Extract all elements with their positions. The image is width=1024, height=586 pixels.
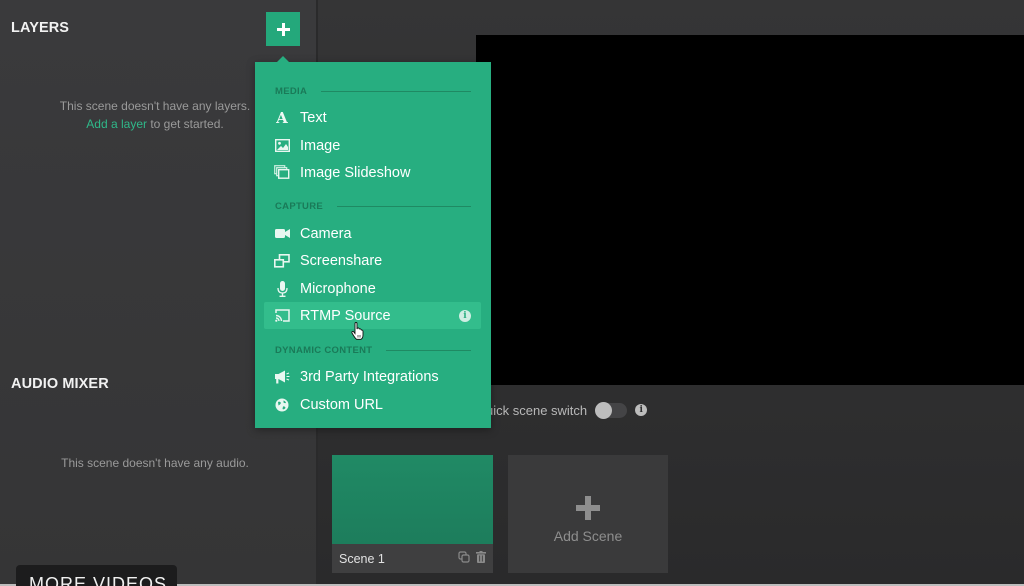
menu-arrow bbox=[277, 56, 289, 62]
menu-section-dynamic-content: DYNAMIC CONTENT bbox=[275, 344, 471, 356]
layers-empty-line2-rest: to get started. bbox=[146, 117, 224, 131]
plus-icon bbox=[276, 22, 290, 36]
menu-item-microphone[interactable]: Microphone bbox=[264, 275, 481, 302]
megaphone-icon bbox=[274, 369, 290, 385]
menu-item-label: Text bbox=[300, 109, 327, 126]
menu-item-label: Image bbox=[300, 137, 341, 154]
menu-item-label: RTMP Source bbox=[300, 307, 391, 324]
info-icon[interactable]: i bbox=[635, 404, 648, 416]
quick-scene-switch: uick scene switch i bbox=[486, 401, 648, 419]
section-divider bbox=[386, 349, 471, 351]
section-divider bbox=[321, 90, 471, 92]
stream-preview bbox=[476, 35, 1024, 385]
menu-item-label: Custom URL bbox=[300, 396, 383, 413]
add-scene-label: Add Scene bbox=[553, 528, 623, 544]
menu-section-capture: CAPTURE bbox=[275, 200, 471, 212]
globe-icon bbox=[274, 397, 290, 413]
menu-item-label: Camera bbox=[300, 225, 352, 242]
text-icon: A bbox=[276, 108, 288, 127]
duplicate-icon[interactable] bbox=[458, 551, 470, 566]
menu-item-image[interactable]: Image bbox=[264, 132, 481, 159]
hand-cursor-icon bbox=[351, 322, 364, 340]
cast-icon bbox=[274, 308, 290, 324]
menu-item-custom-url[interactable]: Custom URL bbox=[264, 391, 481, 418]
toggle-knob bbox=[595, 401, 613, 419]
audio-empty-message: This scene doesn't have any audio. bbox=[61, 456, 249, 470]
audio-mixer-title: AUDIO MIXER bbox=[11, 376, 109, 392]
camera-icon bbox=[274, 226, 290, 242]
menu-item-text[interactable]: A Text bbox=[264, 104, 481, 131]
scene-thumbnail bbox=[332, 455, 493, 544]
scene-card[interactable]: Scene 1 bbox=[332, 455, 493, 573]
scene-footer: Scene 1 bbox=[332, 544, 493, 573]
menu-item-label: Screenshare bbox=[300, 252, 383, 269]
quick-scene-switch-toggle[interactable] bbox=[595, 401, 628, 419]
menu-item-label: Microphone bbox=[300, 280, 376, 297]
menu-item-screenshare[interactable]: Screenshare bbox=[264, 247, 481, 274]
add-layer-button[interactable] bbox=[266, 12, 300, 46]
scene-name: Scene 1 bbox=[339, 551, 385, 566]
more-videos-button[interactable]: MORE VIDEOS bbox=[16, 565, 177, 586]
menu-item-image-slideshow[interactable]: Image Slideshow bbox=[264, 159, 481, 186]
add-layer-link[interactable]: Add a layer bbox=[86, 117, 147, 131]
slideshow-icon bbox=[274, 165, 290, 181]
layers-title: LAYERS bbox=[11, 20, 70, 36]
menu-item-rtmp-source[interactable]: RTMP Source i bbox=[264, 302, 481, 329]
menu-item-3rd-party-integrations[interactable]: 3rd Party Integrations bbox=[264, 363, 481, 390]
menu-item-label: Image Slideshow bbox=[300, 164, 411, 181]
section-label: MEDIA bbox=[275, 85, 308, 97]
add-scene-button[interactable]: Add Scene bbox=[508, 455, 668, 573]
quick-scene-switch-label: uick scene switch bbox=[486, 402, 588, 418]
trash-icon[interactable] bbox=[476, 551, 486, 566]
screenshare-icon bbox=[274, 253, 290, 269]
add-layer-menu: MEDIA A Text Image Image Slideshow CAPTU… bbox=[255, 56, 491, 428]
plus-icon bbox=[576, 496, 600, 520]
menu-item-label: 3rd Party Integrations bbox=[300, 368, 439, 385]
menu-section-media: MEDIA bbox=[275, 85, 471, 97]
image-icon bbox=[274, 138, 290, 154]
app-root: LAYERS This scene doesn't have any layer… bbox=[0, 0, 1024, 586]
section-label: CAPTURE bbox=[275, 200, 324, 212]
microphone-icon bbox=[274, 280, 290, 297]
section-divider bbox=[337, 205, 471, 207]
section-label: DYNAMIC CONTENT bbox=[275, 344, 373, 356]
menu-item-camera[interactable]: Camera bbox=[264, 220, 481, 247]
info-icon[interactable]: i bbox=[459, 309, 471, 322]
